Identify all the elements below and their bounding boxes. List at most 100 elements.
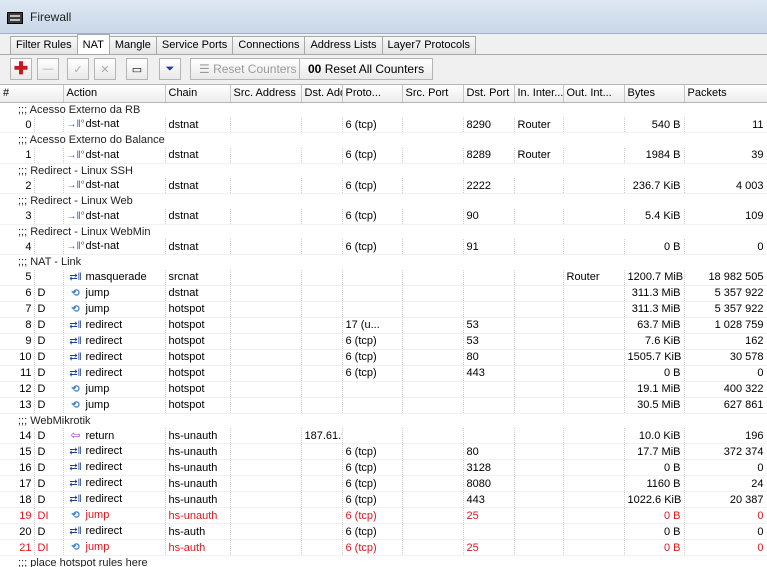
cell-flags (34, 208, 64, 225)
column-header-packets[interactable]: Packets (684, 85, 767, 103)
action-label: jump (85, 509, 110, 521)
cell-proto (342, 428, 403, 444)
cell-sport (402, 523, 464, 540)
cell-src (230, 208, 302, 225)
table-row[interactable]: 1 →‖°dst-nat dstnat 6 (tcp) 8289 Router 1984 B… (0, 147, 767, 164)
tab-connections[interactable]: Connections (232, 36, 306, 54)
table-row[interactable]: 15 D ⇄‖ redirect hs-unauth 6 (tcp) 80 17.7 MiB 3… (0, 443, 767, 460)
table-row[interactable]: 3 →‖°dst-nat dstnat 6 (tcp) 90 5.4 KiB 109 (0, 208, 767, 225)
cell-chain: dstnat (165, 147, 231, 164)
column-header-action[interactable]: Action (63, 85, 166, 103)
cell-action: →‖°dst-nat (63, 147, 166, 164)
rule-comment: ;;; Acesso Externo da RB (0, 102, 767, 117)
table-row[interactable]: 2 →‖°dst-nat dstnat 6 (tcp) 2222 236.7 KiB 4 0… (0, 178, 767, 194)
table-row[interactable]: 10 D ⇄‖ redirect hotspot 6 (tcp) 80 1505.7 KiB 3… (0, 349, 767, 366)
table-row[interactable]: 20 D ⇄‖ redirect hs-auth 6 (tcp) 0 B0 (0, 523, 767, 540)
column-header-number[interactable]: # (0, 85, 64, 103)
cell-proto: 6 (tcp) (342, 475, 403, 492)
cell-inif (514, 301, 564, 318)
table-row[interactable]: 5 ⇄‖ masquerade srcnat Router 1200.7 MiB 18 98… (0, 269, 767, 286)
action-label: dst-nat (85, 209, 120, 222)
action-label: redirect (85, 366, 123, 379)
reset-counters-button[interactable]: ☰ Reset Counters (190, 58, 306, 80)
reset-all-icon: 00 (308, 62, 322, 76)
cell-bytes: 10.0 KiB (624, 428, 685, 444)
cell-dport (463, 428, 515, 444)
rule-comment-row[interactable]: ;;; Acesso Externo do Balance (0, 132, 767, 148)
enable-button[interactable]: ✓ (67, 58, 89, 80)
cell-src (230, 539, 302, 556)
tab-address-lists[interactable]: Address Lists (304, 36, 383, 54)
tab-mangle[interactable]: Mangle (108, 36, 157, 54)
column-header-out-int[interactable]: Out. Int... (563, 85, 625, 103)
cell-flags: D (34, 317, 64, 334)
cell-packets: 18 982 505 (684, 269, 767, 286)
cell-bytes: 1505.7 KiB (624, 349, 685, 366)
cell-outif (563, 459, 625, 476)
rule-comment-row[interactable]: ;;; Redirect - Linux Web (0, 193, 767, 209)
rule-comment-row[interactable]: ;;; Redirect - Linux SSH (0, 163, 767, 178)
tab-filter-rules[interactable]: Filter Rules (10, 36, 78, 54)
filter-button[interactable]: ⏷ (159, 58, 181, 80)
cell-id: 4 (0, 239, 35, 255)
cell-sport (402, 285, 464, 302)
cell-id: 2 (0, 178, 35, 194)
rule-comment-row[interactable]: ;;; WebMikrotik (0, 413, 767, 428)
column-header-src-address[interactable]: Src. Address (230, 85, 302, 103)
cell-dst (301, 381, 343, 398)
table-row[interactable]: 17 D ⇄‖ redirect hs-unauth 6 (tcp) 8080 1160 B2… (0, 475, 767, 492)
add-button[interactable]: ✚ (10, 58, 32, 80)
rule-comment-row[interactable]: ;;; place hotspot rules here (0, 555, 767, 567)
table-row[interactable]: 9 D ⇄‖ redirect hotspot 6 (tcp) 53 7.6 KiB 162 (0, 333, 767, 350)
reset-counters-label: Reset Counters (213, 62, 297, 76)
table-row[interactable]: 14D ⇦ return hs-unauth 187.61.9.2... 10.0 KiB… (0, 428, 767, 444)
check-icon: ✓ (73, 63, 83, 76)
masquerade-icon: ⇄‖ (69, 271, 82, 283)
cell-id: 18 (0, 491, 35, 508)
cell-dport: 443 (463, 491, 515, 508)
table-row[interactable]: 12 D ⟲ jump hotspot 19.1 MiB 400 322 (0, 381, 767, 398)
tab-service-ports[interactable]: Service Ports (155, 36, 234, 54)
column-header-in-inter[interactable]: In. Inter... (514, 85, 564, 103)
column-header-dst-address[interactable]: Dst. Address (301, 85, 343, 103)
cell-id: 7 (0, 301, 35, 318)
cell-id: 1 (0, 147, 35, 164)
table-row[interactable]: 18 D ⇄‖ redirect hs-unauth 6 (tcp) 443 1022.6 K… (0, 491, 767, 508)
table-row[interactable]: 0 →‖°dst-nat dstnat 6 (tcp) 8290 Router 540 B1… (0, 117, 767, 133)
cell-proto: 6 (tcp) (342, 333, 403, 350)
table-row[interactable]: 16 D ⇄‖ redirect hs-unauth 6 (tcp) 3128 0 B0 (0, 459, 767, 476)
table-row[interactable]: 6 D ⟲ jump dstnat 311.3 MiB 5 357 922 (0, 285, 767, 302)
column-header-src-port[interactable]: Src. Port (402, 85, 464, 103)
disable-button[interactable]: ✕ (94, 58, 116, 80)
table-row[interactable]: 7 D ⟲ jump hotspot 311.3 MiB 5 357 922 (0, 301, 767, 318)
cell-action: ⇄‖ redirect (63, 475, 166, 492)
column-header-chain[interactable]: Chain (165, 85, 231, 103)
return-icon: ⇦ (70, 428, 81, 442)
tab-layer7-protocols[interactable]: Layer7 Protocols (381, 36, 477, 54)
remove-button[interactable]: — (37, 58, 59, 80)
cell-bytes: 0 B (624, 239, 685, 255)
cell-chain: dstnat (165, 178, 231, 194)
table-row[interactable]: 13 D ⟲ jump hotspot 30.5 MiB 627 861 (0, 397, 767, 414)
table-row[interactable]: 19 DI ⟲ jump hs-unauth 6 (tcp) 25 0 B0 (0, 507, 767, 524)
rule-comment-row[interactable]: ;;; Redirect - Linux WebMin (0, 224, 767, 239)
column-header-proto[interactable]: Proto... (342, 85, 403, 103)
column-header-dst-port[interactable]: Dst. Port (463, 85, 515, 103)
cell-flags (34, 178, 64, 194)
table-row[interactable]: 8 D ⇄‖ redirect hotspot 17 (u... 53 63.7 MiB 1 0… (0, 317, 767, 334)
comment-button[interactable]: ▭ (126, 58, 148, 80)
tab-bar: Filter Rules NAT Mangle Service Ports Connec… (10, 34, 477, 54)
action-label: jump (85, 286, 110, 299)
reset-all-counters-button[interactable]: 00 Reset All Counters (299, 58, 434, 80)
column-header-bytes[interactable]: Bytes (624, 85, 685, 103)
rule-comment-row[interactable]: ;;; NAT - Link (0, 254, 767, 270)
cell-id: 0 (0, 117, 35, 133)
cell-packets: 20 387 (684, 491, 767, 508)
table-row[interactable]: 21 DI ⟲ jump hs-auth 6 (tcp) 25 0 B0 (0, 539, 767, 556)
cell-proto (342, 301, 403, 318)
table-row[interactable]: 11 D ⇄‖ redirect hotspot 6 (tcp) 443 0 B0 (0, 365, 767, 382)
table-row[interactable]: 4 →‖°dst-nat dstnat 6 (tcp) 91 0 B0 (0, 239, 767, 255)
rule-comment-row[interactable]: ;;; Acesso Externo da RB (0, 102, 767, 117)
action-label: dst-nat (85, 148, 120, 161)
tab-nat[interactable]: NAT (76, 34, 110, 54)
